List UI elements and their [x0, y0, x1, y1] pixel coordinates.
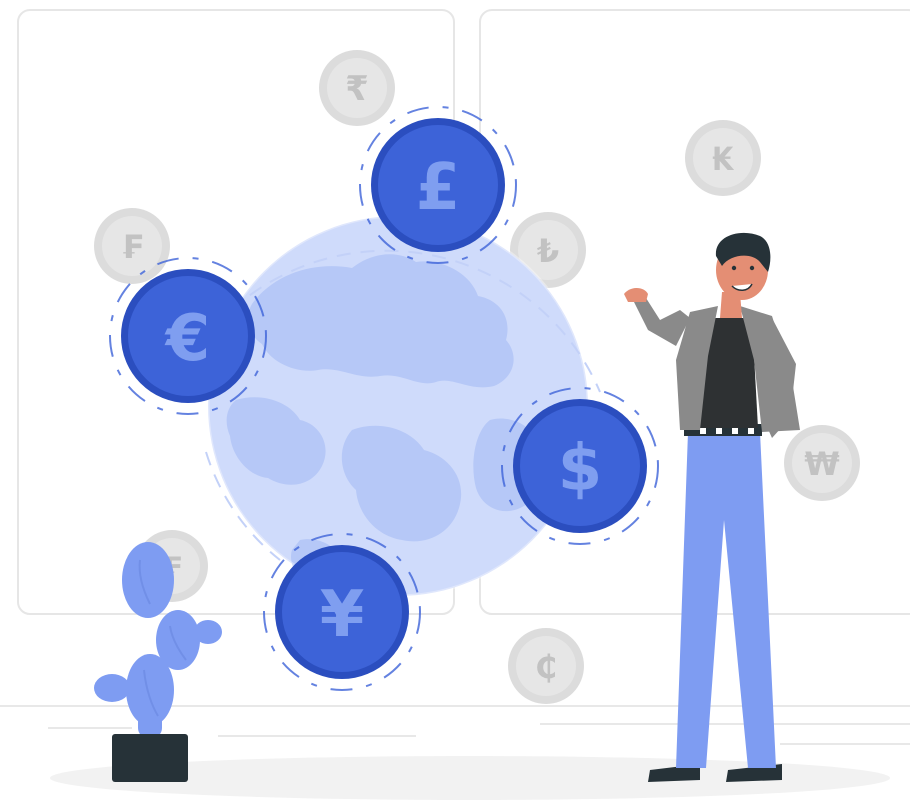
euro-symbol: € [164, 302, 211, 376]
won-symbol: ₩ [804, 445, 839, 483]
franc-coin: ₣ [94, 208, 170, 284]
dollar-symbol: $ [558, 432, 603, 506]
won-coin: ₩ [784, 425, 860, 501]
franc-symbol: ₣ [121, 228, 143, 266]
globe [206, 214, 590, 598]
plant-pot [112, 734, 188, 782]
kip-symbol: ₭ [712, 140, 735, 178]
illustration-canvas: ₹ ₭ ₣ ₺ ₩ ₵ ₣ [0, 9, 910, 800]
cedi-coin: ₵ [508, 628, 584, 704]
kip-coin: ₭ [685, 120, 761, 196]
cedi-symbol: ₵ [535, 648, 557, 686]
currency-exchange-illustration: ₹ ₭ ₣ ₺ ₩ ₵ ₣ [0, 0, 910, 804]
lira-symbol: ₺ [537, 232, 559, 270]
rupee-coin: ₹ [319, 50, 395, 126]
pound-symbol: £ [416, 151, 461, 225]
yen-symbol: ¥ [320, 578, 365, 652]
rupee-symbol: ₹ [345, 69, 369, 109]
